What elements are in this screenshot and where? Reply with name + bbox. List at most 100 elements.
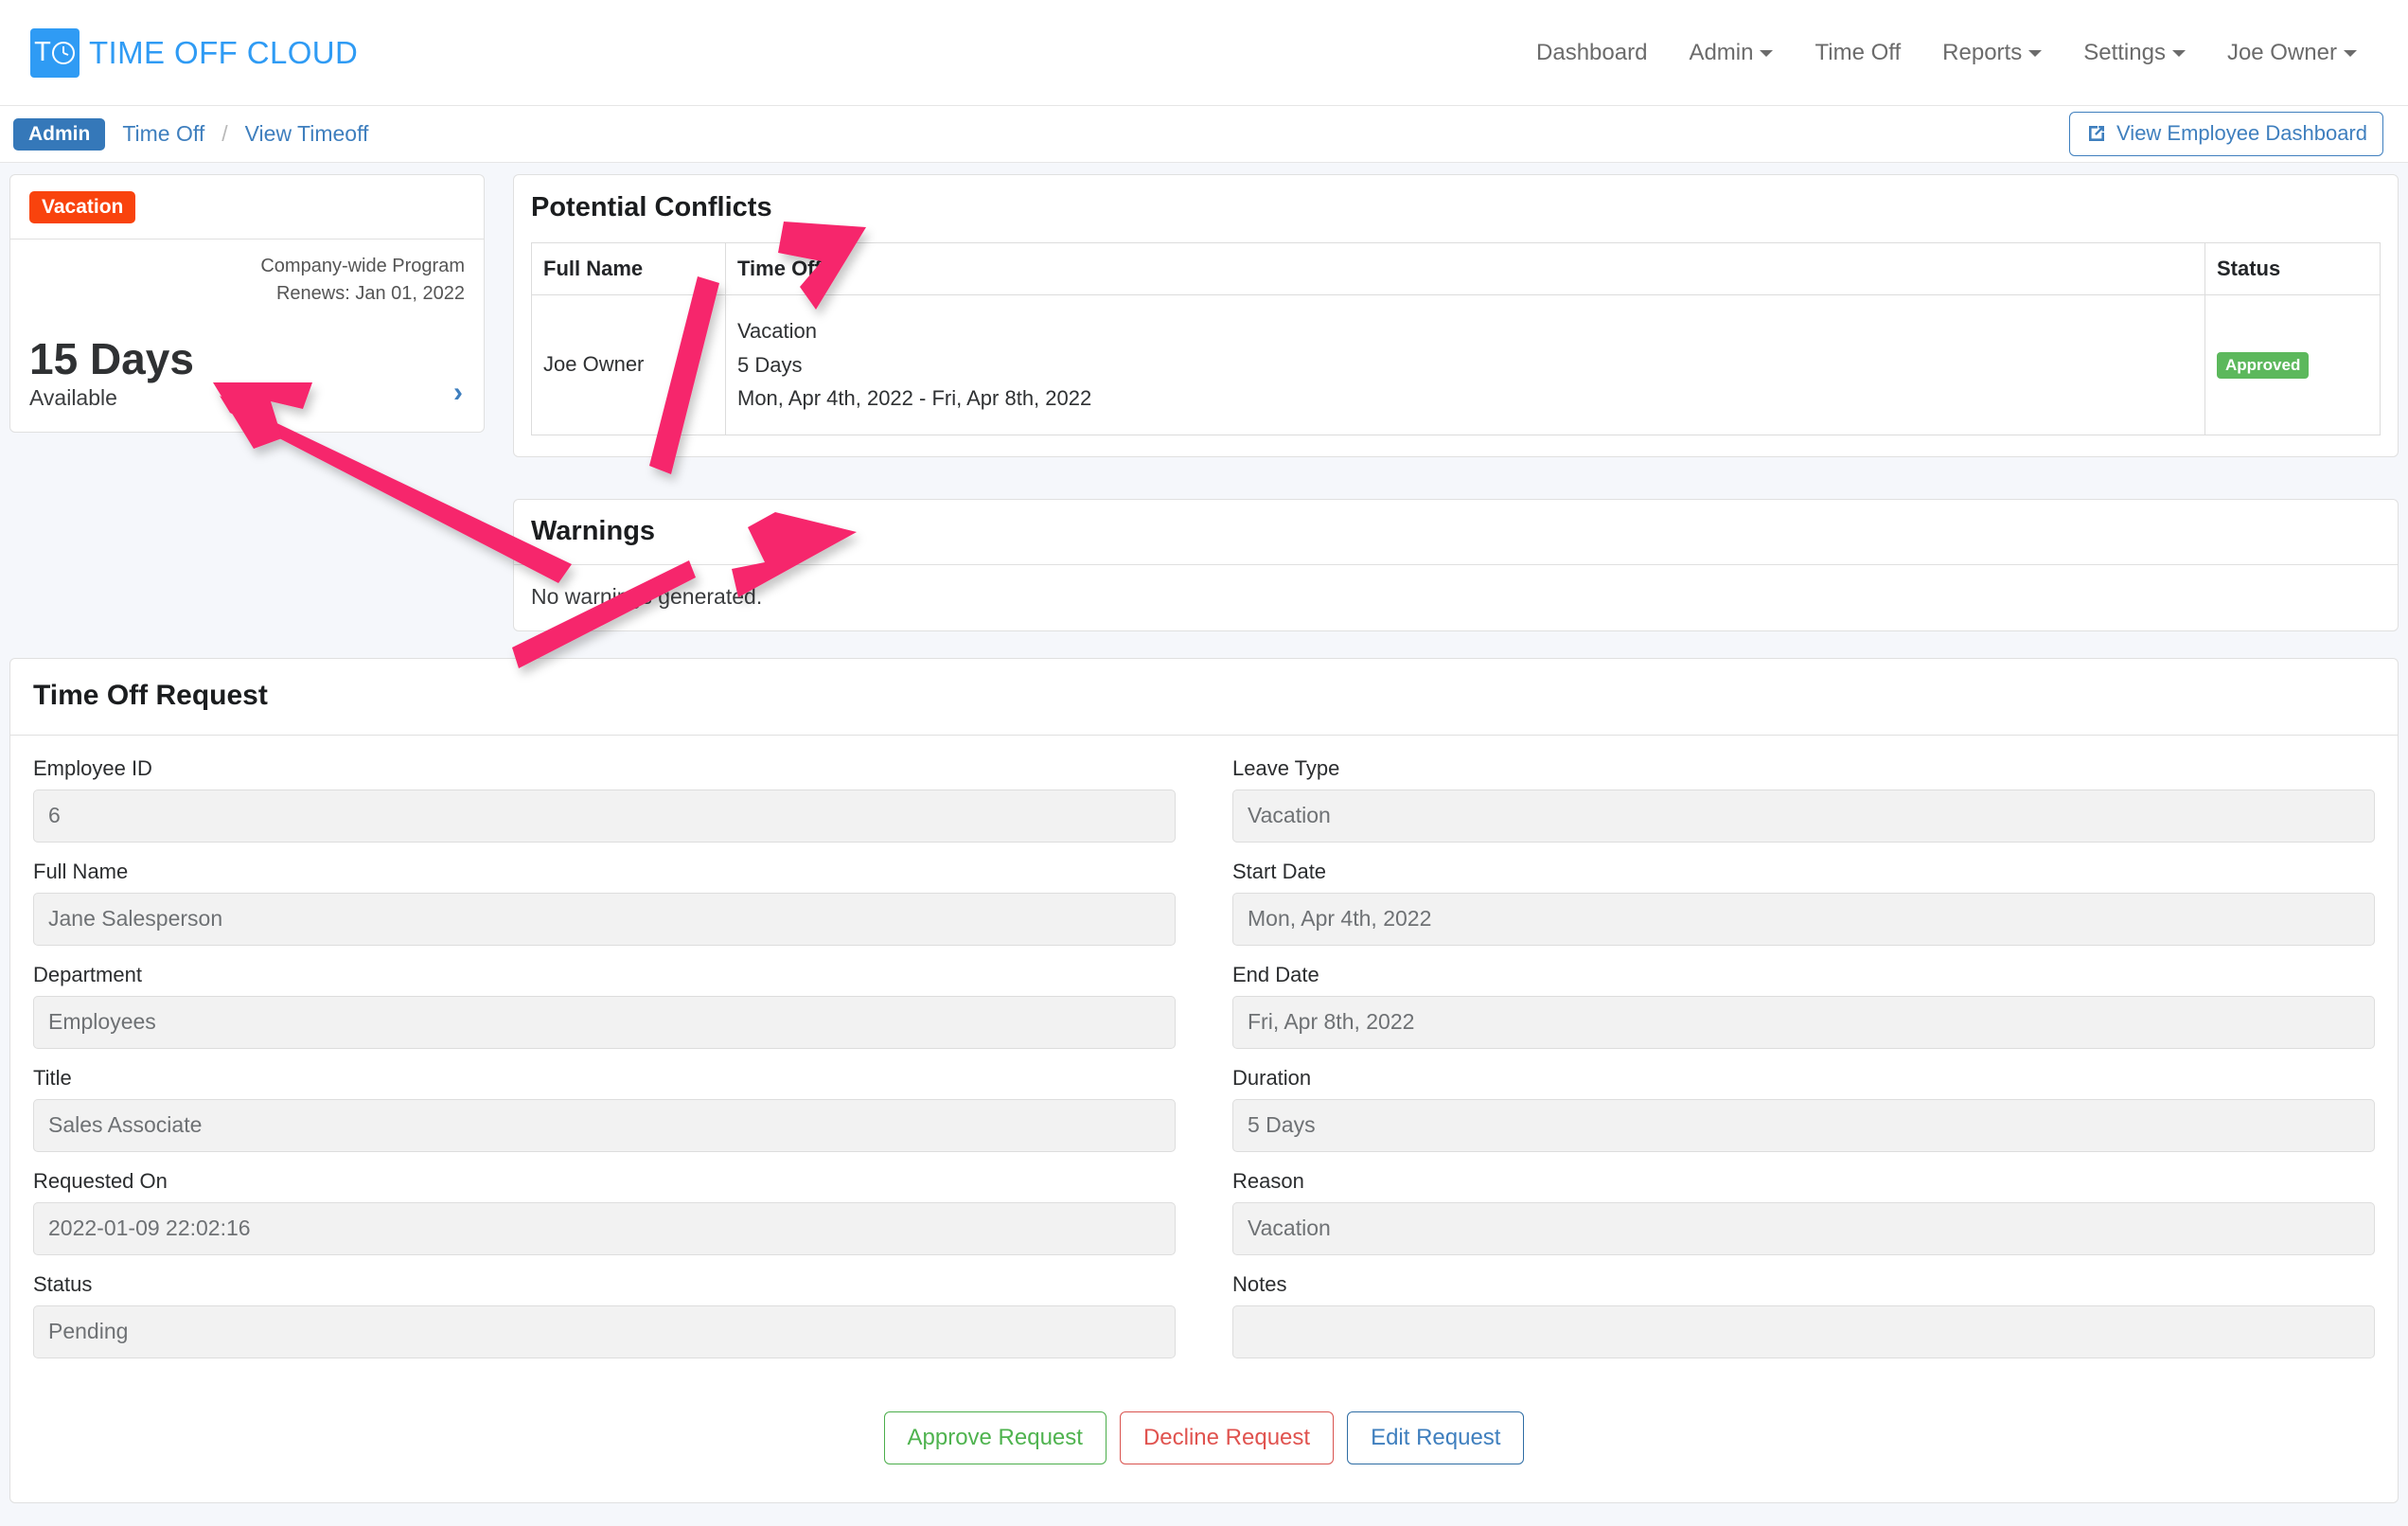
input-title[interactable]: Sales Associate — [33, 1098, 1176, 1152]
input-requested-on[interactable]: 2022-01-09 22:02:16 — [33, 1201, 1176, 1255]
external-link-icon — [2089, 126, 2105, 141]
breadcrumb-badge-admin: Admin — [13, 117, 106, 151]
input-full-name[interactable]: Jane Salesperson — [33, 892, 1176, 946]
primary-nav: Dashboard Admin Time Off Reports Setting… — [1515, 40, 2378, 66]
cell-full-name: Joe Owner — [531, 294, 726, 435]
top-navbar: T TIME OFF CLOUD Dashboard Admin Time Of… — [0, 0, 2408, 106]
nav-item-label: Time Off — [1815, 39, 1902, 65]
label-status: Status — [33, 1271, 93, 1296]
nav-item-label: Admin — [1689, 39, 1754, 65]
vacation-balance-card[interactable]: Vacation Company-wide Program Renews: Ja… — [9, 174, 485, 434]
field-notes: Notes — [1232, 1272, 2375, 1358]
potential-conflicts-panel: Potential Conflicts Full Name Time Off S… — [513, 174, 2399, 457]
time-off-request-card: Time Off Request Employee ID 6 Leave Typ… — [9, 657, 2399, 1504]
warnings-panel: Warnings No warnings generated. — [513, 498, 2399, 631]
field-end-date: End Date Fri, Apr 8th, 2022 — [1232, 963, 2375, 1049]
view-employee-dashboard-label: View Employee Dashboard — [2116, 121, 2367, 145]
input-duration[interactable]: 5 Days — [1232, 1098, 2375, 1152]
chevron-right-icon[interactable]: › — [453, 379, 463, 407]
brand-mark-letter: T — [34, 37, 51, 67]
nav-item-settings[interactable]: Settings — [2063, 40, 2206, 66]
available-days-amount: 15 Days — [29, 334, 194, 383]
breadcrumb-link-view-timeoff[interactable]: View Timeoff — [245, 121, 369, 147]
field-reason: Reason Vacation — [1232, 1169, 2375, 1255]
label-end-date: End Date — [1232, 962, 1319, 986]
label-duration: Duration — [1232, 1065, 1312, 1090]
conflicts-table-head: Full Name Time Off Status — [531, 242, 2381, 295]
chevron-down-icon — [2171, 49, 2186, 57]
nav-item-label: Reports — [1942, 39, 2023, 65]
cell-dates: Mon, Apr 4th, 2022 - Fri, Apr 8th, 2022 — [737, 386, 1092, 411]
warnings-message: No warnings generated. — [531, 583, 763, 609]
edit-request-button[interactable]: Edit Request — [1347, 1411, 1525, 1465]
nav-item-dashboard[interactable]: Dashboard — [1515, 40, 1668, 66]
page-root: T TIME OFF CLOUD Dashboard Admin Time Of… — [0, 0, 2408, 1526]
vacation-balance-card-body: Company-wide Program Renews: Jan 01, 202… — [10, 240, 484, 432]
cell-status: Approved — [2204, 294, 2381, 435]
time-off-request-header: Time Off Request — [10, 659, 2398, 736]
column-header-full-name: Full Name — [531, 242, 726, 295]
field-department: Department Employees — [33, 963, 1176, 1049]
label-reason: Reason — [1232, 1168, 1304, 1193]
chevron-down-icon — [1760, 49, 1774, 57]
breadcrumb-link-time-off[interactable]: Time Off — [122, 121, 204, 147]
request-action-buttons: Approve Request Decline Request Edit Req… — [10, 1375, 2398, 1503]
input-leave-type[interactable]: Vacation — [1232, 789, 2375, 843]
brand-name: TIME OFF CLOUD — [89, 34, 359, 70]
brand-mark-icon: T — [30, 27, 80, 78]
table-header-row: Full Name Time Off Status — [531, 242, 2381, 295]
label-full-name: Full Name — [33, 859, 129, 883]
label-requested-on: Requested On — [33, 1168, 168, 1193]
nav-item-reports[interactable]: Reports — [1921, 40, 2063, 66]
potential-conflicts-header: Potential Conflicts — [514, 175, 2398, 242]
label-start-date: Start Date — [1232, 859, 1327, 883]
table-row[interactable]: Joe Owner Vacation 5 Days Mon, Apr 4th, … — [531, 294, 2381, 435]
view-employee-dashboard-button[interactable]: View Employee Dashboard — [2069, 112, 2383, 156]
input-end-date[interactable]: Fri, Apr 8th, 2022 — [1232, 995, 2375, 1049]
field-requested-on: Requested On 2022-01-09 22:02:16 — [33, 1169, 1176, 1255]
time-off-request-form: Employee ID 6 Leave Type Vacation Full N… — [10, 736, 2398, 1375]
input-status[interactable]: Pending — [33, 1304, 1176, 1358]
program-name: Company-wide Program — [260, 256, 465, 276]
approve-request-button[interactable]: Approve Request — [883, 1411, 1107, 1465]
input-reason[interactable]: Vacation — [1232, 1201, 2375, 1255]
nav-item-user-menu[interactable]: Joe Owner — [2206, 40, 2378, 66]
label-employee-id: Employee ID — [33, 755, 152, 780]
available-days-label: Available — [29, 385, 117, 411]
field-employee-id: Employee ID 6 — [33, 756, 1176, 843]
column-header-time-off: Time Off — [725, 242, 2205, 295]
field-leave-type: Leave Type Vacation — [1232, 756, 2375, 843]
program-meta: Company-wide Program Renews: Jan 01, 202… — [29, 253, 465, 308]
field-title: Title Sales Associate — [33, 1066, 1176, 1152]
conflicts-table: Full Name Time Off Status Joe Owner Vaca… — [531, 242, 2381, 435]
breadcrumb-separator: / — [221, 121, 228, 146]
field-status: Status Pending — [33, 1272, 1176, 1358]
cell-time-off: Vacation 5 Days Mon, Apr 4th, 2022 - Fri… — [725, 294, 2205, 435]
input-notes[interactable] — [1232, 1304, 2375, 1358]
nav-item-label: Settings — [2083, 39, 2166, 65]
nav-item-label: Joe Owner — [2226, 39, 2337, 65]
input-department[interactable]: Employees — [33, 995, 1176, 1049]
clock-icon — [51, 41, 75, 64]
program-renews: Renews: Jan 01, 2022 — [275, 283, 465, 304]
nav-item-admin[interactable]: Admin — [1668, 40, 1794, 66]
brand-logo[interactable]: T TIME OFF CLOUD — [30, 27, 359, 78]
label-department: Department — [33, 962, 142, 986]
decline-request-button[interactable]: Decline Request — [1119, 1411, 1335, 1465]
chevron-down-icon — [2344, 49, 2357, 57]
warnings-title: Warnings — [531, 515, 656, 546]
label-leave-type: Leave Type — [1232, 755, 1340, 780]
nav-item-label: Dashboard — [1536, 39, 1648, 65]
status-badge: Approved — [2217, 351, 2310, 379]
vacation-balance-card-header: Vacation — [10, 175, 484, 240]
field-duration: Duration 5 Days — [1232, 1066, 2375, 1152]
top-row: Vacation Company-wide Program Renews: Ja… — [0, 163, 2408, 631]
input-employee-id[interactable]: 6 — [33, 789, 1176, 843]
label-title: Title — [33, 1065, 72, 1090]
potential-conflicts-body: Full Name Time Off Status Joe Owner Vaca… — [514, 242, 2398, 456]
nav-item-time-off[interactable]: Time Off — [1794, 40, 1921, 66]
main-content: Vacation Company-wide Program Renews: Ja… — [0, 163, 2408, 1504]
potential-conflicts-title: Potential Conflicts — [531, 192, 772, 222]
input-start-date[interactable]: Mon, Apr 4th, 2022 — [1232, 892, 2375, 946]
label-notes: Notes — [1232, 1271, 1287, 1296]
